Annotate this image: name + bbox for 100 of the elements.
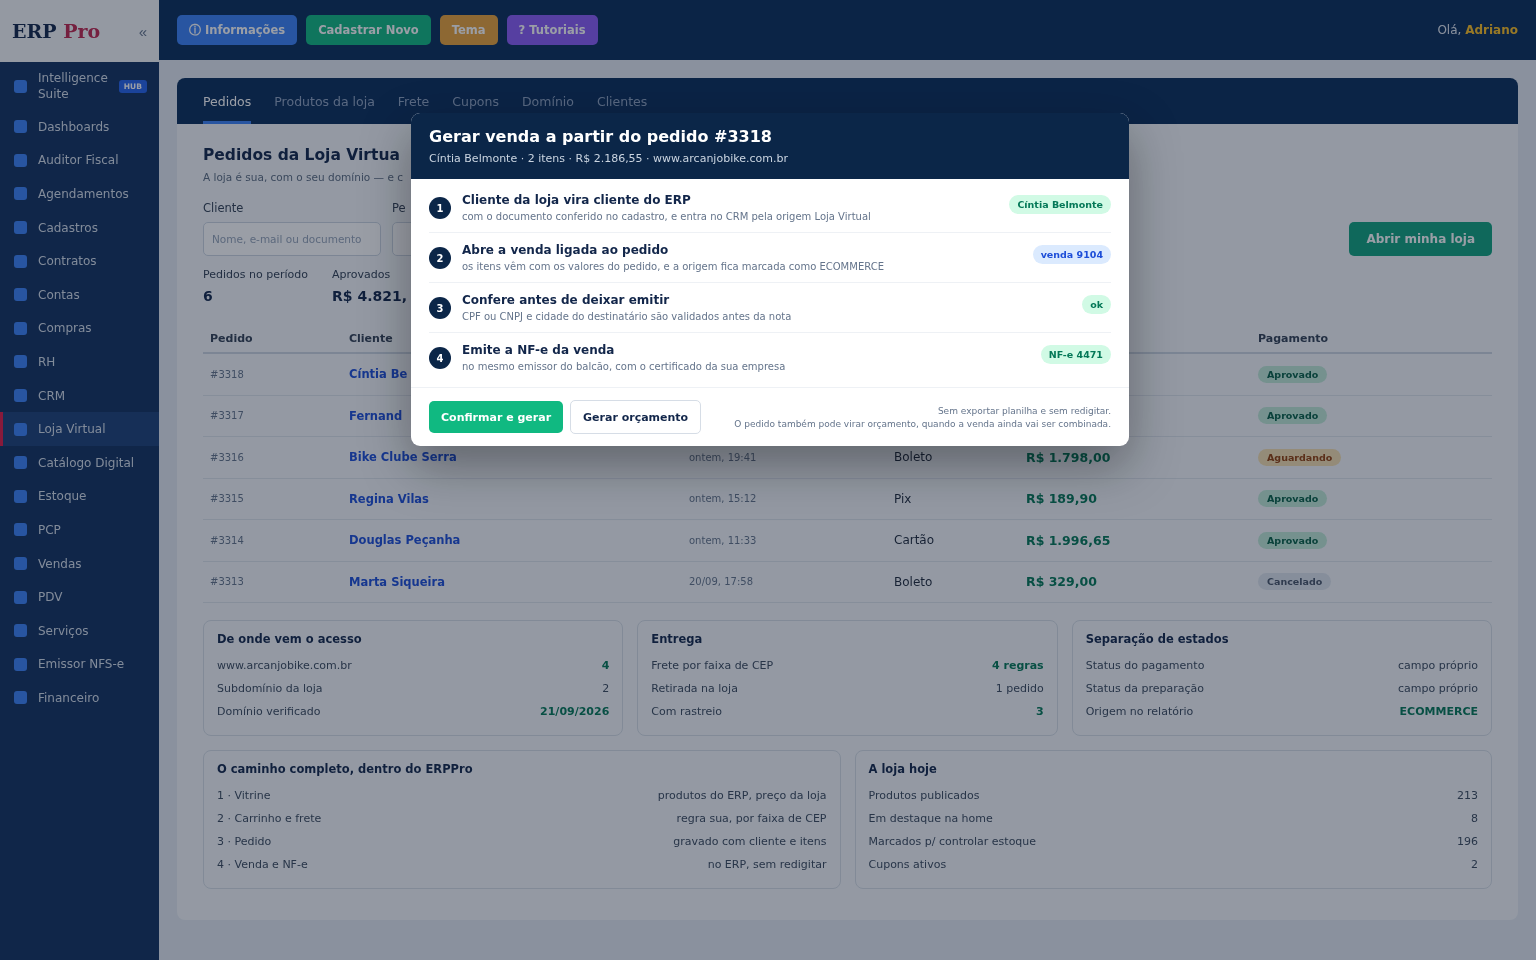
sidebar-item-label: Vendas <box>38 555 83 572</box>
sidebar-item[interactable]: Vendas <box>0 546 159 581</box>
order-date: ontem, 11:33 <box>688 534 758 546</box>
card-title: O caminho completo, dentro do ERPPro <box>217 762 474 776</box>
square-icon <box>14 221 27 235</box>
step-title: Cliente da loja vira cliente do ERP <box>462 193 692 207</box>
step-description: com o documento conferido no cadastro, e entra no CRM pela origem Loja Virtual <box>462 211 872 222</box>
client-link[interactable]: Douglas Peçanha <box>342 533 461 548</box>
order-date: ontem, 15:12 <box>688 493 758 505</box>
row-label: Marcados p/ controlar estoque <box>868 835 1037 848</box>
card-title: Separação de estados <box>1085 632 1230 646</box>
step-tag: venda 9104 <box>1032 245 1111 264</box>
order-date: ontem, 19:41 <box>688 451 758 463</box>
toolbar-button[interactable]: ⓘ Informações <box>177 15 298 45</box>
row-value: 4 regras <box>992 659 1044 672</box>
row-label: Frete por faixa de CEP <box>651 659 774 672</box>
open-store-button[interactable]: Abrir minha loja <box>1349 222 1492 256</box>
sidebar-item[interactable]: Loja Virtual <box>0 412 159 446</box>
card-title: Entrega <box>651 632 704 646</box>
sidebar-item[interactable]: Estoque <box>0 479 159 514</box>
client-link[interactable]: Regina Vilas <box>342 491 429 506</box>
square-icon <box>14 187 27 201</box>
sidebar-item-label: Estoque <box>38 488 88 505</box>
sidebar-item-label: Agendamentos <box>38 186 130 202</box>
sidebar-item[interactable]: Cadastros <box>0 210 159 245</box>
row-label: www.arcanjobike.com.br <box>217 659 352 672</box>
step-title: Confere antes de deixar emitir <box>462 293 671 307</box>
card-title: A loja hoje <box>868 762 938 776</box>
client-link[interactable]: Fernand <box>342 408 403 423</box>
step-title: Abre a venda ligada ao pedido <box>462 243 670 257</box>
order-number: #3313 <box>209 576 245 588</box>
sidebar-item[interactable]: RH <box>0 345 159 379</box>
order-date: 20/09, 17:58 <box>688 576 754 588</box>
square-icon <box>14 120 27 134</box>
sidebar-item[interactable]: Contratos <box>0 244 159 278</box>
row-value: 213 <box>1457 789 1478 802</box>
tab[interactable]: Pedidos <box>203 78 252 124</box>
square-icon <box>14 288 27 302</box>
row-label: Subdomínio da loja <box>217 682 323 695</box>
order-total: R$ 329,00 <box>1025 574 1098 590</box>
stat-value: 6 <box>203 288 213 304</box>
tab[interactable]: Produtos da loja <box>274 78 375 124</box>
row-label: Domínio verificado <box>217 705 321 718</box>
step-tag: NF-e 4471 <box>1040 345 1111 364</box>
row-value: 196 <box>1457 835 1478 848</box>
client-link[interactable]: Bike Clube Serra <box>342 450 457 465</box>
square-icon <box>14 321 27 335</box>
row-value: 3 <box>1036 705 1044 718</box>
row-label: Origem no relatório <box>1085 705 1194 718</box>
client-link[interactable]: Marta Siqueira <box>342 574 445 589</box>
sidebar-item[interactable]: Contas <box>0 277 159 312</box>
sidebar-item-label: Auditor Fiscal <box>38 152 120 169</box>
order-number: #3316 <box>209 451 245 463</box>
sidebar-item[interactable]: Auditor Fiscal <box>0 143 159 178</box>
filter-field[interactable]: Nome, e-mail ou documento <box>203 222 381 256</box>
sidebar-item-label: CRM <box>38 387 67 404</box>
toolbar-button[interactable]: ? Tutoriais <box>506 15 598 45</box>
stat-label: Pedidos no período <box>203 268 308 281</box>
row-value: campo próprio <box>1398 659 1478 672</box>
sidebar-item-label: Cadastros <box>38 219 99 236</box>
status-tag: Aprovado <box>1258 531 1328 549</box>
row-value: 1 pedido <box>995 682 1044 695</box>
page-title: Pedidos da Loja Virtua <box>203 146 400 164</box>
column-header: Pedido <box>209 331 254 345</box>
square-icon <box>14 657 27 671</box>
sidebar-item-label: Emissor NFS-e <box>38 656 126 673</box>
square-icon <box>14 557 27 570</box>
sidebar-item[interactable]: PCP <box>0 513 159 547</box>
sidebar-item[interactable]: Dashboards <box>0 110 159 144</box>
step-number: 4 <box>429 347 451 369</box>
sidebar-item[interactable]: PDV <box>0 580 159 614</box>
confirm-button[interactable]: Confirmar e gerar <box>429 401 564 433</box>
client-link[interactable]: Cíntia Be <box>342 367 408 382</box>
step-description: no mesmo emissor do balcão, com o certificado da sua empresa <box>462 361 787 372</box>
order-total: R$ 189,90 <box>1025 491 1098 507</box>
quote-button[interactable]: Gerar orçamento <box>570 400 702 434</box>
row-label: Status da preparação <box>1085 682 1204 695</box>
sidebar-item-label: Dashboards <box>38 118 111 135</box>
order-number: #3318 <box>209 368 245 380</box>
sidebar-item[interactable]: Agendamentos <box>0 177 159 211</box>
square-icon <box>14 389 27 403</box>
row-value: 2 <box>602 682 610 695</box>
collapse-button[interactable]: « <box>138 22 147 40</box>
status-tag: Aprovado <box>1258 365 1328 383</box>
sidebar-item[interactable]: Emissor NFS-e <box>0 647 159 682</box>
row-value: campo próprio <box>1398 682 1478 695</box>
row-label: 2 · Carrinho e frete <box>217 812 322 825</box>
column-header: Cliente <box>348 331 394 345</box>
sidebar-item-label: Contratos <box>38 253 98 270</box>
row-label: Status do pagamento <box>1085 659 1205 672</box>
sidebar-item[interactable]: Serviços <box>0 613 159 648</box>
sidebar-item-label: PDV <box>38 589 64 606</box>
row-label: Em destaque na home <box>868 812 993 825</box>
square-icon <box>14 489 27 503</box>
sidebar-item[interactable]: Compras <box>0 311 159 346</box>
sidebar-item[interactable]: Financeiro <box>0 681 159 715</box>
card-title: De onde vem o acesso <box>217 632 363 646</box>
sidebar-item-label: Compras <box>38 320 93 337</box>
stat-label: Aprovados <box>332 268 391 281</box>
sidebar-item-label: Contas <box>38 286 81 303</box>
